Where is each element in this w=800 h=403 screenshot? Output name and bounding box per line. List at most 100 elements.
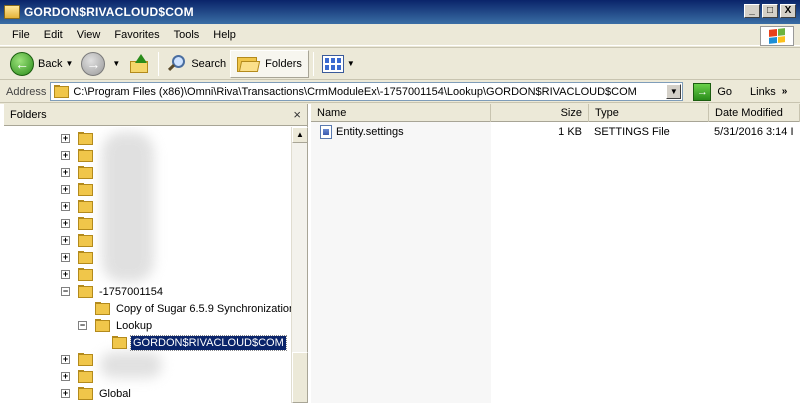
- expand-icon[interactable]: +: [61, 253, 70, 262]
- windows-logo-icon: [760, 26, 794, 46]
- expand-icon[interactable]: +: [61, 185, 70, 194]
- tree-item-label: Global: [99, 387, 131, 400]
- views-dropdown-icon[interactable]: ▼: [347, 59, 355, 68]
- folder-icon: [78, 200, 94, 213]
- folder-icon: [78, 251, 94, 264]
- file-name: Entity.settings: [336, 125, 404, 138]
- forward-arrow-icon: →: [81, 51, 106, 76]
- folders-button[interactable]: Folders: [230, 49, 309, 78]
- search-icon: [167, 54, 187, 74]
- close-button[interactable]: X: [780, 4, 796, 18]
- folder-icon: [95, 319, 111, 332]
- expand-icon[interactable]: +: [61, 389, 70, 398]
- search-button[interactable]: Search: [163, 50, 230, 78]
- tree-item-label: [97, 376, 101, 378]
- column-header-size[interactable]: Size: [491, 104, 589, 122]
- search-label: Search: [191, 57, 227, 70]
- folders-scrollbar[interactable]: ▲: [291, 127, 308, 403]
- toolbar-separator: [158, 51, 160, 76]
- tree-item[interactable]: +: [61, 266, 101, 283]
- tree-item[interactable]: +: [61, 164, 101, 181]
- column-header-date-modified[interactable]: Date Modified: [709, 104, 800, 122]
- tree-item-gordon[interactable]: GORDON$RIVACLOUD$COM: [112, 334, 287, 351]
- folder-icon: [112, 336, 128, 349]
- folder-icon: [78, 217, 94, 230]
- address-input[interactable]: C:\Program Files (x86)\Omni\Riva\Transac…: [50, 82, 684, 101]
- tree-item[interactable]: +: [61, 232, 101, 249]
- settings-file-icon: [320, 124, 332, 139]
- tree-item[interactable]: +: [61, 130, 101, 147]
- minimize-button[interactable]: _: [744, 4, 760, 18]
- tree-item[interactable]: +: [61, 198, 101, 215]
- scrollbar-thumb[interactable]: [292, 352, 308, 403]
- file-row[interactable]: Entity.settings 1 KB SETTINGS File 5/31/…: [311, 123, 800, 140]
- address-bar: Address C:\Program Files (x86)\Omni\Riva…: [0, 81, 800, 103]
- back-label: Back: [38, 57, 63, 70]
- tree-item-transaction[interactable]: − -1757001154: [61, 283, 165, 300]
- tree-item[interactable]: +: [61, 351, 101, 368]
- folder-icon: [78, 183, 94, 196]
- menu-help[interactable]: Help: [207, 27, 242, 43]
- forward-button[interactable]: → ▼: [77, 50, 124, 78]
- folder-up-icon: [128, 53, 150, 75]
- menu-tools[interactable]: Tools: [168, 27, 206, 43]
- expand-icon[interactable]: +: [61, 219, 70, 228]
- tree-item-lookup[interactable]: − Lookup: [78, 317, 154, 334]
- folder-icon: [78, 370, 94, 383]
- tree-item-label: -1757001154: [99, 285, 164, 298]
- column-header-name[interactable]: Name: [311, 104, 491, 122]
- tree-item[interactable]: +: [61, 181, 101, 198]
- up-button[interactable]: [124, 50, 154, 78]
- tree-item-label: Copy of Sugar 6.5.9 Synchronization: [116, 302, 292, 315]
- folders-pane-header: Folders ×: [4, 104, 307, 126]
- tree-item-label: [97, 138, 101, 140]
- window-controls: _ □ X: [744, 4, 796, 18]
- folder-tree: + + + + + + + + + − -1757001154 Copy of …: [4, 127, 292, 403]
- scroll-up-icon[interactable]: ▲: [292, 127, 308, 143]
- expand-icon[interactable]: +: [61, 372, 70, 381]
- expand-icon[interactable]: +: [61, 134, 70, 143]
- chevron-right-icon: »: [781, 86, 788, 97]
- menu-edit[interactable]: Edit: [38, 27, 69, 43]
- expand-icon[interactable]: +: [61, 355, 70, 364]
- close-icon[interactable]: ×: [293, 107, 301, 122]
- tree-item-global[interactable]: + Global: [61, 385, 133, 402]
- folder-icon: [78, 234, 94, 247]
- window-title: GORDON$RIVACLOUD$COM: [24, 5, 194, 19]
- back-dropdown-icon[interactable]: ▼: [65, 59, 73, 68]
- tree-item-copy-of-sugar[interactable]: Copy of Sugar 6.5.9 Synchronization: [95, 300, 292, 317]
- menu-favorites[interactable]: Favorites: [108, 27, 165, 43]
- expand-icon[interactable]: +: [61, 202, 70, 211]
- tree-item-label: [97, 274, 101, 276]
- folders-icon: [237, 55, 261, 73]
- tree-item[interactable]: +: [61, 147, 101, 164]
- collapse-icon[interactable]: −: [78, 321, 87, 330]
- back-button[interactable]: ← Back ▼: [6, 50, 77, 78]
- file-type: SETTINGS File: [594, 125, 670, 138]
- menu-view[interactable]: View: [71, 27, 107, 43]
- expand-icon[interactable]: +: [61, 168, 70, 177]
- title-bar: GORDON$RIVACLOUD$COM _ □ X: [0, 0, 800, 24]
- go-button[interactable]: → Go: [693, 82, 733, 101]
- expand-icon[interactable]: +: [61, 151, 70, 160]
- forward-dropdown-icon[interactable]: ▼: [112, 59, 120, 68]
- expand-icon[interactable]: +: [61, 270, 70, 279]
- maximize-button[interactable]: □: [762, 4, 778, 18]
- folder-icon: [78, 149, 94, 162]
- folder-icon: [78, 387, 94, 400]
- tree-item[interactable]: +: [61, 249, 101, 266]
- address-dropdown-icon[interactable]: ▼: [666, 84, 682, 99]
- go-label: Go: [717, 85, 733, 98]
- expand-icon[interactable]: +: [61, 236, 70, 245]
- views-button[interactable]: ▼: [318, 50, 359, 78]
- folder-icon: [78, 268, 94, 281]
- tree-item[interactable]: +: [61, 368, 101, 385]
- tree-item[interactable]: +: [61, 215, 101, 232]
- links-button[interactable]: Links »: [750, 86, 787, 98]
- menu-file[interactable]: File: [6, 27, 36, 43]
- collapse-icon[interactable]: −: [61, 287, 70, 296]
- address-label: Address: [6, 85, 47, 98]
- folder-icon: [54, 85, 70, 98]
- folder-icon: [95, 302, 111, 315]
- column-header-type[interactable]: Type: [589, 104, 709, 122]
